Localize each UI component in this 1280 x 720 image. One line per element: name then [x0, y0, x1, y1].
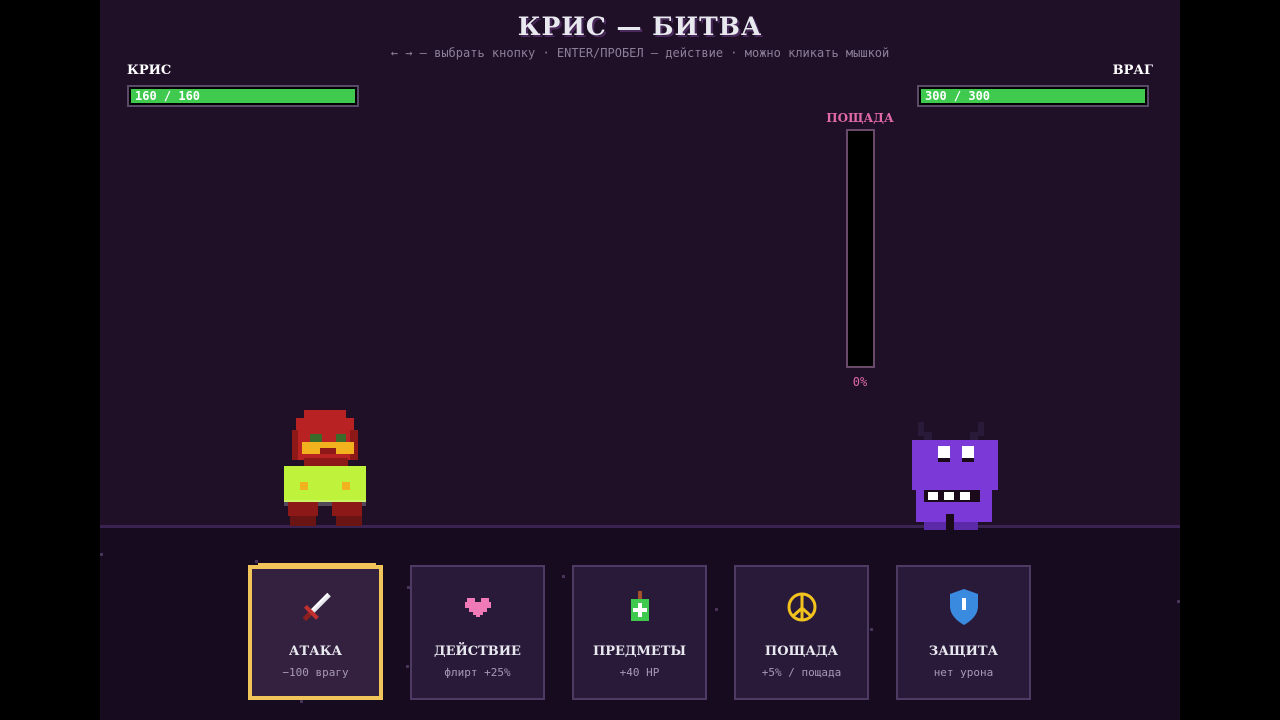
attack-subtitle: −100 врагу: [282, 666, 349, 679]
player-hp-bar: 160 / 160: [127, 85, 359, 107]
enemy-hp-bar: 300 / 300: [917, 85, 1149, 107]
act-button[interactable]: ДЕЙСТВИЕ флирт +25%: [410, 565, 545, 700]
attack-title: АТАКА: [288, 644, 343, 659]
act-subtitle: флирт +25%: [444, 666, 511, 679]
selected-tab: [258, 563, 376, 567]
kris-sprite: [284, 410, 366, 526]
defend-button[interactable]: ЗАЩИТА нет урона: [896, 565, 1031, 700]
items-title: ПРЕДМЕТЫ: [592, 644, 687, 659]
items-button[interactable]: ПРЕДМЕТЫ +40 HP: [572, 565, 707, 700]
enemy-hp-fill: 300 / 300: [921, 89, 1145, 103]
attack-button[interactable]: АТАКА −100 врагу: [248, 563, 383, 700]
act-title: ДЕЙСТВИЕ: [434, 644, 521, 659]
mercy-label: ПОЩАДА: [826, 111, 894, 125]
peace-icon: [736, 587, 867, 627]
battle-stage: КРИС — БИТВА ← → — выбрать кнопку · ENTE…: [100, 0, 1180, 720]
mercy-meter: [846, 129, 875, 368]
spare-title: ПОЩАДА: [764, 644, 839, 659]
items-subtitle: +40 HP: [619, 666, 660, 679]
player-hp-text: 160 / 160: [135, 89, 201, 103]
controls-hint: ← → — выбрать кнопку · ENTER/ПРОБЕЛ — де…: [390, 46, 890, 60]
defend-subtitle: нет урона: [933, 666, 994, 679]
enemy-hp-text: 300 / 300: [925, 89, 991, 103]
enemy-sprite: [912, 422, 998, 530]
spare-button[interactable]: ПОЩАДА +5% / пощада: [734, 565, 869, 700]
mercy-percent: 0%: [852, 375, 868, 389]
shield-icon: [898, 587, 1029, 627]
page-title: КРИС — БИТВА: [517, 12, 763, 41]
player-hp-fill: 160 / 160: [131, 89, 355, 103]
potion-icon: [574, 587, 705, 627]
defend-title: ЗАЩИТА: [928, 644, 999, 659]
enemy-name: ВРАГ: [1112, 63, 1153, 78]
heart-icon: [412, 587, 543, 627]
sword-icon: [252, 587, 379, 627]
spare-subtitle: +5% / пощада: [761, 666, 842, 679]
player-name: КРИС: [127, 63, 172, 78]
